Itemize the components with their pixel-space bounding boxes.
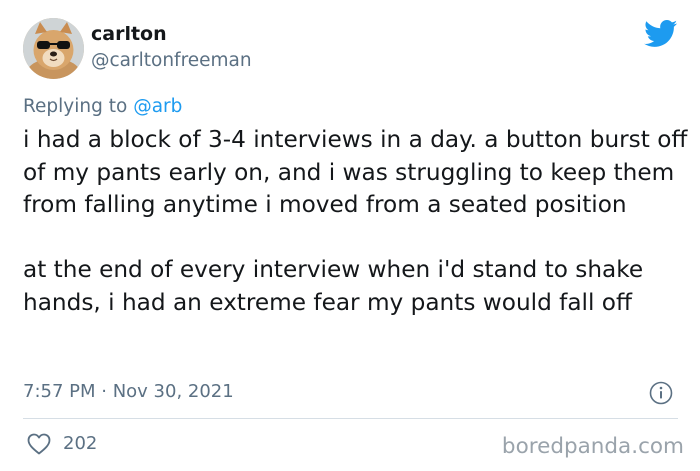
tweet-timestamp[interactable]: 7:57 PM · Nov 30, 2021 — [23, 381, 234, 402]
heart-icon[interactable] — [27, 433, 51, 455]
avatar[interactable] — [23, 18, 84, 79]
replying-prefix: Replying to — [23, 96, 128, 117]
display-name[interactable]: carlton — [91, 23, 167, 45]
divider — [23, 418, 678, 419]
dog-avatar-image — [23, 18, 84, 79]
replying-to: Replying to @arb — [23, 96, 182, 117]
tweet-card: carlton @carltonfreeman Replying to @arb… — [0, 0, 700, 471]
tweet-paragraph-1: i had a block of 3-4 interviews in a day… — [23, 126, 688, 218]
tweet-body: i had a block of 3-4 interviews in a day… — [23, 124, 693, 319]
info-icon[interactable] — [649, 381, 673, 405]
tweet-paragraph-2: at the end of every interview when i'd s… — [23, 256, 644, 316]
watermark: boredpanda.com — [501, 434, 684, 459]
reply-mention-link[interactable]: @arb — [133, 96, 182, 117]
like-count[interactable]: 202 — [63, 433, 97, 454]
user-handle[interactable]: @carltonfreeman — [91, 50, 252, 71]
twitter-bird-icon[interactable] — [644, 20, 678, 48]
